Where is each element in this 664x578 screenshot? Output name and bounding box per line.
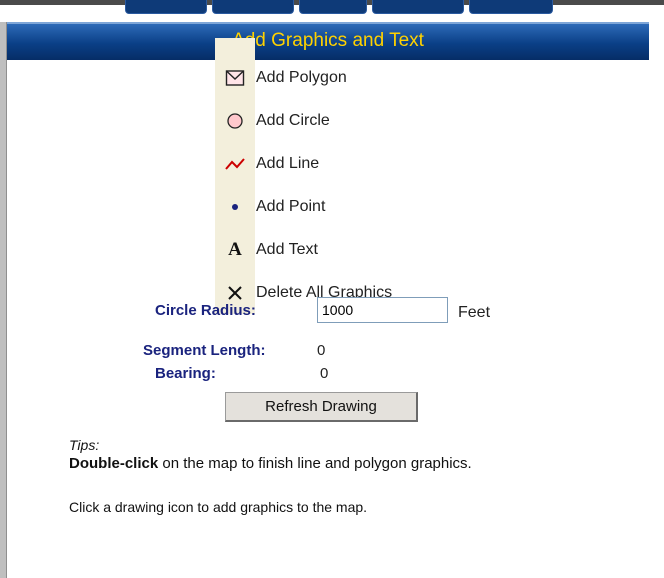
top-navigation-strip [0, 0, 664, 22]
top-nav-button-5[interactable] [469, 0, 553, 14]
tip-double-click-text: on the map to finish line and polygon gr… [158, 455, 472, 472]
circle-radius-unit: Feet [458, 304, 491, 321]
text-icon[interactable]: A [215, 230, 255, 270]
tip-click-icon: Click a drawing icon to add graphics to … [69, 499, 368, 515]
add-point-label[interactable]: Add Point [256, 198, 325, 216]
panel-header: Add Graphics and Text [7, 22, 649, 60]
tips-title: Tips: [69, 437, 100, 453]
add-polygon-tool[interactable]: Add Polygon [215, 58, 475, 98]
panel-title: Add Graphics and Text [232, 30, 424, 51]
top-nav-button-3[interactable] [299, 0, 367, 14]
add-text-label[interactable]: Add Text [256, 241, 318, 259]
right-frame-edge [649, 22, 664, 578]
add-line-tool[interactable]: Add Line [215, 144, 475, 184]
add-point-tool[interactable]: Add Point [215, 187, 475, 227]
refresh-drawing-button[interactable]: Refresh Drawing [225, 392, 418, 422]
point-icon[interactable] [215, 187, 255, 227]
bearing-value: 0 [320, 365, 329, 382]
circle-radius-input[interactable] [317, 297, 448, 323]
add-circle-label[interactable]: Add Circle [256, 112, 330, 130]
add-line-label[interactable]: Add Line [256, 155, 319, 173]
tip-double-click: Double-click on the map to finish line a… [69, 455, 472, 472]
line-icon[interactable] [215, 144, 255, 184]
tip-double-click-bold: Double-click [69, 455, 159, 472]
segment-length-value: 0 [317, 342, 326, 359]
top-nav-button-4[interactable] [372, 0, 464, 14]
circle-icon[interactable] [215, 101, 255, 141]
top-nav-button-2[interactable] [212, 0, 294, 14]
left-frame-edge [0, 22, 7, 578]
add-circle-tool[interactable]: Add Circle [215, 101, 475, 141]
add-text-tool[interactable]: A Add Text [215, 230, 475, 270]
polygon-icon[interactable] [215, 58, 255, 98]
bearing-label: Bearing: [155, 365, 216, 382]
circle-radius-label: Circle Radius: [155, 302, 256, 319]
add-polygon-label[interactable]: Add Polygon [256, 69, 347, 87]
top-nav-button-1[interactable] [125, 0, 207, 14]
segment-length-label: Segment Length: [143, 342, 266, 359]
